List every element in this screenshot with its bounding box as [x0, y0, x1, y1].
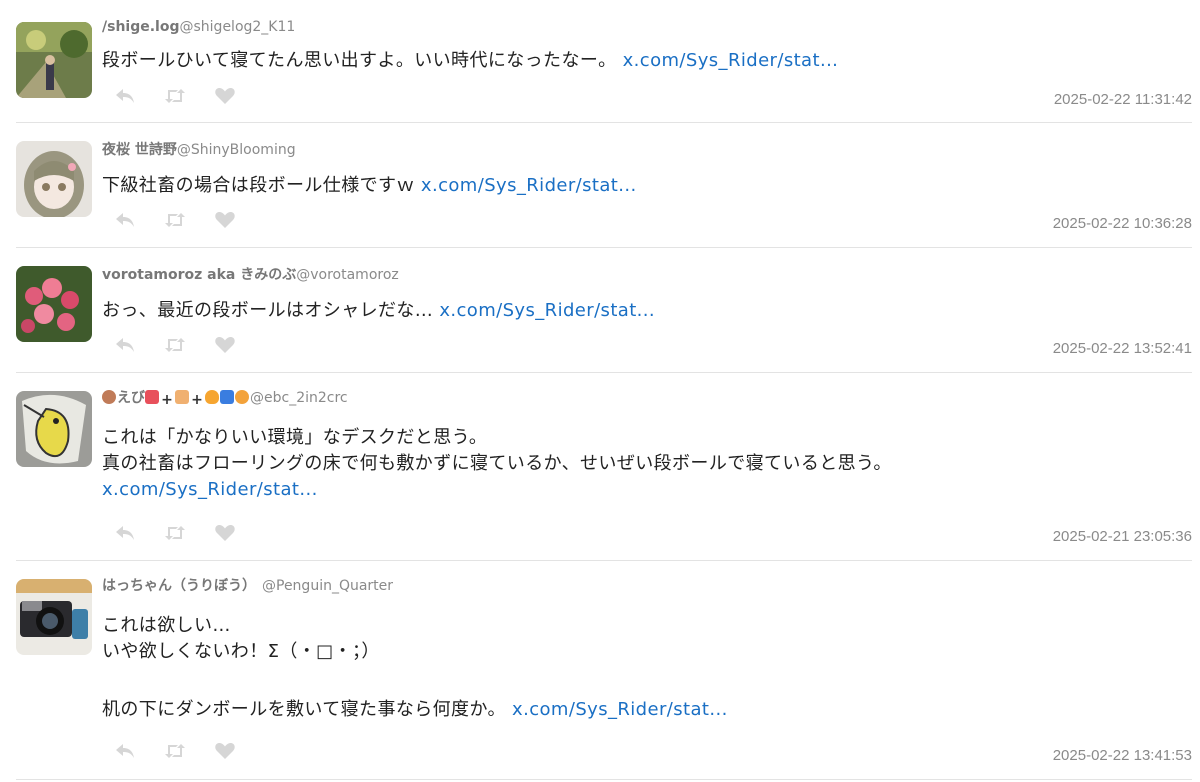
tweet-header: vorotamoroz aka きみのぶ@vorotamoroz: [102, 266, 399, 284]
avatar-image: [16, 141, 92, 217]
timestamp[interactable]: 2025-02-22 11:31:42: [1054, 91, 1192, 108]
arrow-emoji-icon: [220, 390, 234, 404]
user-name[interactable]: えび: [117, 390, 145, 406]
tweet-text: これは「かなりいい環境」なデスクだと思う。 真の社畜はフローリングの床で何も敷か…: [102, 425, 892, 503]
timestamp[interactable]: 2025-02-22 13:52:41: [1053, 340, 1192, 357]
tweet-actions: [114, 210, 236, 230]
fire-emoji-icon: [205, 390, 219, 404]
tweet-header: 夜桜 世詩野@ShinyBlooming: [102, 141, 296, 159]
tweet-line: これは欲しい…: [102, 615, 231, 636]
tweet-line: これは「かなりいい環境」なデスクだと思う。: [102, 427, 488, 448]
user-handle[interactable]: @ebc_2in2crc: [250, 390, 348, 406]
user-handle[interactable]: @shigelog2_K11: [180, 19, 296, 35]
user-handle[interactable]: @vorotamoroz: [296, 267, 399, 283]
tweet-line: [102, 665, 728, 691]
avatar-image: [16, 266, 92, 342]
timestamp[interactable]: 2025-02-22 13:41:53: [1053, 747, 1192, 764]
tweet-actions: [114, 741, 236, 761]
tweet-actions: [114, 523, 236, 543]
tweet-text: 段ボールひいて寝てたん思い出すよ。いい時代になったなー。 x.com/Sys_R…: [102, 48, 838, 74]
bean-emoji-icon: [102, 390, 116, 404]
tweet-line: 段ボールひいて寝てたん思い出すよ。いい時代になったなー。: [102, 50, 623, 71]
shrimp-emoji-icon: [145, 390, 159, 404]
shrimp-tempura-emoji-icon: [235, 390, 249, 404]
retweet-icon[interactable]: [164, 86, 186, 106]
tweet-actions: [114, 86, 236, 106]
divider: [16, 779, 1192, 780]
timestamp[interactable]: 2025-02-22 10:36:28: [1053, 215, 1192, 232]
tweet-item: vorotamoroz aka きみのぶ@vorotamoroz おっ、最近の段…: [0, 248, 1200, 372]
tweet-link[interactable]: x.com/Sys_Rider/stat...: [102, 479, 318, 500]
tweet-link[interactable]: x.com/Sys_Rider/stat...: [512, 699, 728, 720]
reply-icon[interactable]: [114, 523, 136, 543]
heart-icon[interactable]: [214, 86, 236, 106]
user-name[interactable]: vorotamoroz aka きみのぶ: [102, 267, 296, 283]
reply-icon[interactable]: [114, 86, 136, 106]
tweet-line: 下級社畜の場合は段ボール仕様ですｗ: [102, 175, 421, 196]
retweet-icon[interactable]: [164, 741, 186, 761]
heart-icon[interactable]: [214, 523, 236, 543]
avatar-image: [16, 22, 92, 98]
avatar-image: [16, 391, 92, 467]
user-name[interactable]: はっちゃん（うりぼう）: [102, 578, 256, 594]
tweet-item: えび + + @ebc_2in2crc これは「かなりいい環境」なデスクだと思う。 真…: [0, 373, 1200, 559]
retweet-icon[interactable]: [164, 210, 186, 230]
user-handle[interactable]: @Penguin_Quarter: [262, 578, 393, 594]
tweet-actions: [114, 335, 236, 355]
avatar[interactable]: [16, 22, 92, 98]
user-name[interactable]: /shige.log: [102, 19, 180, 35]
tweet-text: 下級社畜の場合は段ボール仕様ですｗ x.com/Sys_Rider/stat..…: [102, 173, 637, 199]
reply-icon[interactable]: [114, 741, 136, 761]
tweet-line: 机の下にダンボールを敷いて寝た事なら何度か。: [102, 699, 513, 720]
timestamp[interactable]: 2025-02-21 23:05:36: [1053, 528, 1192, 545]
tweet-line: いや欲しくないわ！Σ（・□・；）: [102, 641, 380, 662]
tweet-text: おっ、最近の段ボールはオシャレだな… x.com/Sys_Rider/stat.…: [102, 298, 655, 324]
tweet-link[interactable]: x.com/Sys_Rider/stat...: [623, 50, 839, 71]
tweet-item: 夜桜 世詩野@ShinyBlooming 下級社畜の場合は段ボール仕様ですｗ x…: [0, 123, 1200, 247]
tweet-item: はっちゃん（うりぼう） @Penguin_Quarter これは欲しい… いや欲し…: [0, 561, 1200, 779]
avatar[interactable]: [16, 266, 92, 342]
tweet-header: えび + + @ebc_2in2crc: [102, 389, 348, 407]
retweet-icon[interactable]: [164, 523, 186, 543]
tweet-feed: /shige.log@shigelog2_K11 段ボールひいて寝てたん思い出す…: [0, 0, 1200, 782]
plus-emoji-icon: +: [191, 392, 203, 408]
avatar-image: [16, 579, 92, 655]
tweet-header: /shige.log@shigelog2_K11: [102, 18, 295, 36]
user-handle[interactable]: @ShinyBlooming: [177, 142, 296, 158]
tweet-item: /shige.log@shigelog2_K11 段ボールひいて寝てたん思い出す…: [0, 0, 1200, 122]
tweet-link[interactable]: x.com/Sys_Rider/stat...: [439, 300, 655, 321]
reply-icon[interactable]: [114, 210, 136, 230]
heart-icon[interactable]: [214, 335, 236, 355]
avatar[interactable]: [16, 141, 92, 217]
user-name[interactable]: 夜桜 世詩野: [102, 142, 177, 158]
reply-icon[interactable]: [114, 335, 136, 355]
plus-emoji-icon: +: [161, 392, 173, 408]
tweet-line: 真の社畜はフローリングの床で何も敷かずに寝ているか、せいぜい段ボールで寝ていると…: [102, 453, 892, 474]
tweet-link[interactable]: x.com/Sys_Rider/stat...: [421, 175, 637, 196]
heart-icon[interactable]: [214, 741, 236, 761]
avatar[interactable]: [16, 391, 92, 467]
heart-icon[interactable]: [214, 210, 236, 230]
tweet-text: これは欲しい… いや欲しくないわ！Σ（・□・；） 机の下にダンボールを敷いて寝た…: [102, 613, 728, 723]
bread-emoji-icon: [175, 390, 189, 404]
tweet-header: はっちゃん（うりぼう） @Penguin_Quarter: [102, 577, 393, 595]
retweet-icon[interactable]: [164, 335, 186, 355]
tweet-line: おっ、最近の段ボールはオシャレだな…: [102, 300, 440, 321]
avatar[interactable]: [16, 579, 92, 655]
